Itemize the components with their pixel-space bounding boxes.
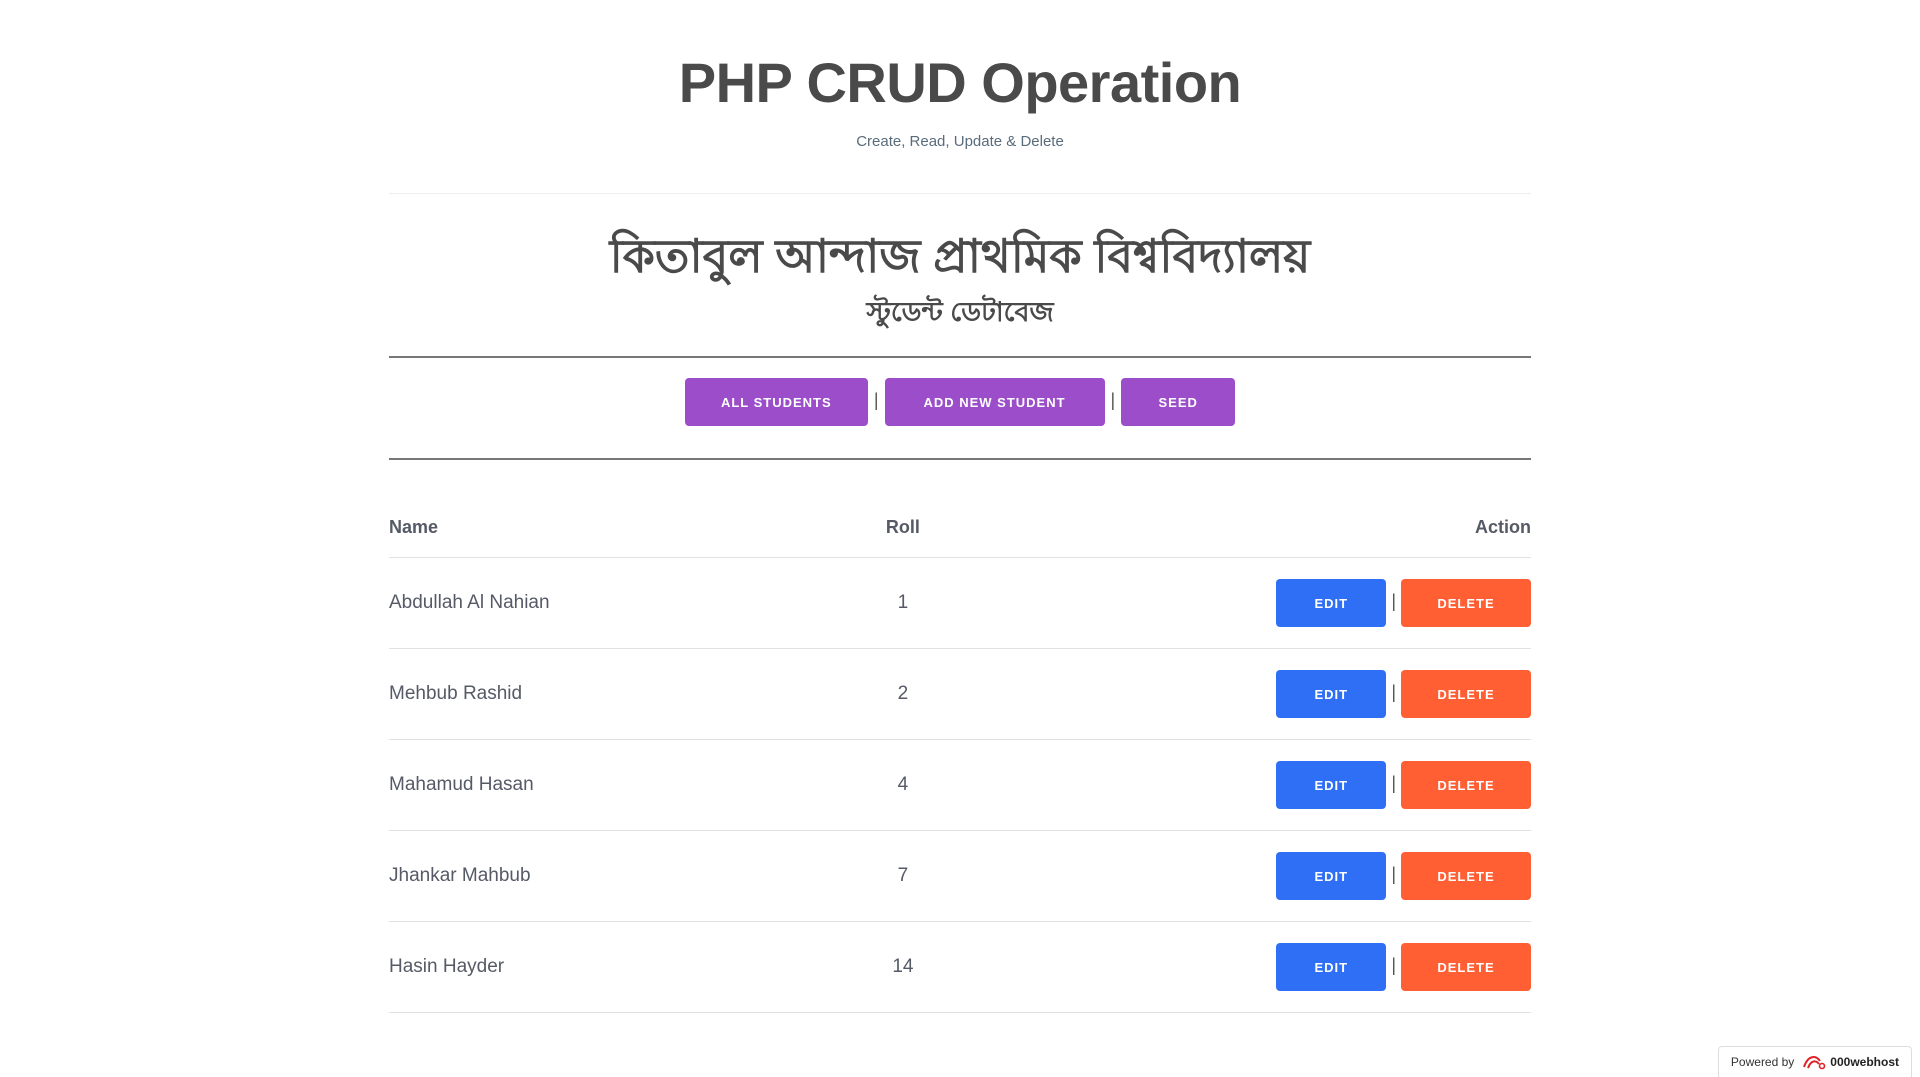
edit-button[interactable]: EDIT xyxy=(1276,943,1387,991)
delete-button[interactable]: DELETE xyxy=(1401,670,1531,718)
student-name: Mahamud Hasan xyxy=(389,739,823,831)
student-roll: 7 xyxy=(822,830,983,922)
delete-button[interactable]: DELETE xyxy=(1401,852,1531,900)
action-separator: | xyxy=(1391,954,1396,975)
seed-button[interactable]: SEED xyxy=(1121,378,1236,426)
column-header-action: Action xyxy=(982,509,1531,558)
edit-button[interactable]: EDIT xyxy=(1276,761,1387,809)
institution-name: কিতাবুল আন্দাজ প্রাথমিক বিশ্ববিদ্যালয় xyxy=(609,230,1311,282)
column-header-name: Name xyxy=(389,509,823,558)
table-header-row: Name Roll Action xyxy=(389,509,1531,558)
row-actions: EDIT | DELETE xyxy=(982,648,1531,740)
delete-button[interactable]: DELETE xyxy=(1401,579,1531,627)
000webhost-logo-icon xyxy=(1802,1053,1826,1071)
table-row: Mehbub Rashid 2 EDIT | DELETE xyxy=(389,648,1531,740)
student-roll: 2 xyxy=(822,648,983,740)
table-row: Mahamud Hasan 4 EDIT | DELETE xyxy=(389,739,1531,831)
student-name: Abdullah Al Nahian xyxy=(389,557,823,649)
row-actions: EDIT | DELETE xyxy=(982,739,1531,831)
action-separator: | xyxy=(1391,863,1396,884)
student-roll: 4 xyxy=(822,739,983,831)
student-name: Jhankar Mahbub xyxy=(389,830,823,922)
table-row: Hasin Hayder 14 EDIT | DELETE xyxy=(389,921,1531,1013)
header-divider xyxy=(389,193,1531,194)
delete-button[interactable]: DELETE xyxy=(1401,943,1531,991)
student-roll: 1 xyxy=(822,557,983,649)
action-separator: | xyxy=(1391,590,1396,611)
nav-bar: ALL STUDENTS | ADD NEW STUDENT | SEED xyxy=(389,378,1531,426)
column-header-roll: Roll xyxy=(822,509,983,558)
page: PHP CRUD Operation Create, Read, Update … xyxy=(0,0,1920,1077)
student-name: Hasin Hayder xyxy=(389,921,823,1013)
edit-button[interactable]: EDIT xyxy=(1276,579,1387,627)
main-container: PHP CRUD Operation Create, Read, Update … xyxy=(389,0,1531,1013)
powered-by-brand: 000webhost xyxy=(1830,1055,1899,1069)
powered-by-label: Powered by xyxy=(1730,1055,1795,1069)
site-tagline: Create, Read, Update & Delete xyxy=(856,133,1064,150)
student-name: Mehbub Rashid xyxy=(389,648,823,740)
powered-by-badge[interactable]: Powered by 000webhost xyxy=(1717,1046,1912,1077)
nav-top-divider xyxy=(389,356,1531,358)
edit-button[interactable]: EDIT xyxy=(1276,670,1387,718)
edit-button[interactable]: EDIT xyxy=(1276,852,1387,900)
students-table: Name Roll Action Abdullah Al Nahian 1 ED… xyxy=(389,509,1531,1013)
action-separator: | xyxy=(1391,681,1396,702)
table-row: Abdullah Al Nahian 1 EDIT | DELETE xyxy=(389,557,1531,649)
row-actions: EDIT | DELETE xyxy=(982,557,1531,649)
row-actions: EDIT | DELETE xyxy=(982,921,1531,1013)
nav-separator: | xyxy=(873,389,879,410)
add-new-student-button[interactable]: ADD NEW STUDENT xyxy=(884,378,1105,426)
action-separator: | xyxy=(1391,772,1396,793)
all-students-button[interactable]: ALL STUDENTS xyxy=(684,378,868,426)
site-title: PHP CRUD Operation xyxy=(678,51,1242,114)
table-row: Jhankar Mahbub 7 EDIT | DELETE xyxy=(389,830,1531,922)
nav-bottom-divider xyxy=(389,458,1531,460)
row-actions: EDIT | DELETE xyxy=(982,830,1531,922)
delete-button[interactable]: DELETE xyxy=(1401,761,1531,809)
institution-subtitle: স্টুডেন্ট ডেটাবেজ xyxy=(866,297,1054,327)
student-roll: 14 xyxy=(822,921,983,1013)
nav-separator: | xyxy=(1110,389,1116,410)
